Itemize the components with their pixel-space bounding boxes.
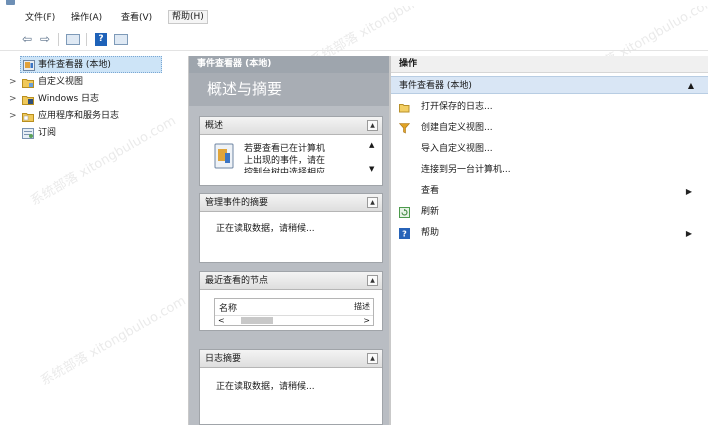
- forward-arrow-icon[interactable]: ⇨: [38, 32, 52, 47]
- tree-item-app-service-logs[interactable]: > 应用程序和服务日志: [8, 108, 178, 125]
- tree-item-label: 自定义视图: [38, 77, 84, 87]
- toolbar-separator: [58, 33, 59, 46]
- action-label: 查看: [421, 186, 440, 196]
- overview-section: 概述 ▲ 若要查看已在计算机 上出现的事件，请在 控制台树中选择相应 ▲ ▼: [199, 116, 383, 186]
- horizontal-scrollbar[interactable]: < >: [215, 315, 373, 325]
- center-pane-header: 事件查看器 (本地): [189, 56, 389, 73]
- scrollbar-thumb[interactable]: [241, 317, 273, 324]
- chevron-right-icon[interactable]: >: [9, 91, 19, 108]
- tree-item-custom-views[interactable]: > 自定义视图: [8, 74, 178, 91]
- folder-icon: [22, 79, 34, 88]
- center-pane: 事件查看器 (本地) 概述与摘要 概述 ▲ 若要查看已在计算机 上出现的事件，请…: [189, 56, 389, 425]
- action-refresh[interactable]: 刷新: [391, 202, 708, 223]
- actions-group-header[interactable]: 事件查看器 (本地) ▲: [391, 76, 708, 94]
- recent-nodes-section: 最近查看的节点 ▲ 名称 描述 < >: [199, 271, 383, 331]
- section-title: 日志摘要: [205, 354, 242, 364]
- actions-pane: 操作 事件查看器 (本地) ▲ 打开保存的日志... 创建自定义视图... 导入…: [391, 56, 708, 425]
- action-view[interactable]: 查看 ▶: [391, 181, 708, 202]
- tree-item-subscriptions[interactable]: 订阅: [8, 125, 178, 142]
- title-bar: [0, 0, 708, 6]
- menu-help[interactable]: 帮助(H): [168, 10, 208, 24]
- overview-scrollbar[interactable]: ▲ ▼: [369, 141, 378, 175]
- menu-file[interactable]: 文件(F): [22, 11, 58, 25]
- action-create-custom-view[interactable]: 创建自定义视图...: [391, 118, 708, 139]
- menu-action[interactable]: 操作(A): [68, 11, 105, 25]
- action-import-custom-view[interactable]: 导入自定义视图...: [391, 139, 708, 160]
- svg-text:?: ?: [402, 230, 407, 239]
- admin-events-section: 管理事件的摘要 ▲ 正在读取数据，请稍候...: [199, 193, 383, 263]
- filter-icon: [399, 123, 410, 134]
- submenu-arrow-icon: ▶: [685, 229, 692, 238]
- section-title: 管理事件的摘要: [205, 198, 269, 208]
- scroll-up-icon[interactable]: ▲: [369, 141, 374, 149]
- overview-section-header[interactable]: 概述 ▲: [200, 117, 382, 135]
- help-icon[interactable]: ?: [95, 33, 107, 46]
- recent-nodes-table[interactable]: 名称 描述 < >: [214, 298, 374, 326]
- toolbar-separator: [86, 33, 87, 46]
- tree-item-windows-logs[interactable]: > Windows 日志: [8, 91, 178, 108]
- app-icon: [6, 0, 15, 5]
- console-tree-icon[interactable]: [66, 34, 80, 45]
- action-label: 创建自定义视图...: [421, 123, 493, 133]
- loading-status-text: 正在读取数据，请稍候...: [216, 382, 315, 392]
- chevron-right-icon[interactable]: >: [9, 74, 19, 91]
- overview-banner-title: 概述与摘要: [189, 73, 389, 106]
- folder-icon: [22, 113, 34, 122]
- event-log-icon: [214, 143, 234, 169]
- refresh-icon: [399, 207, 410, 218]
- tree-root-label: 事件查看器 (本地): [38, 60, 111, 70]
- column-header-name[interactable]: 名称: [219, 301, 237, 314]
- column-header-description[interactable]: 描述: [354, 301, 370, 312]
- menu-bar: 文件(F) 操作(A) 查看(V) 帮助(H): [0, 8, 708, 27]
- actions-pane-header: 操作: [391, 56, 708, 73]
- action-pane-icon[interactable]: [114, 34, 128, 45]
- collapse-up-icon[interactable]: ▲: [688, 77, 694, 95]
- overview-text-line: 控制台树中选择相应: [244, 168, 326, 173]
- section-title: 最近查看的节点: [205, 276, 269, 286]
- console-tree: 事件查看器 (本地) > 自定义视图 > Windows 日志 > 应用程序和服…: [8, 56, 186, 425]
- action-help[interactable]: ? 帮助 ▶: [391, 223, 708, 244]
- menu-view[interactable]: 查看(V): [118, 11, 155, 25]
- help-icon: ?: [399, 228, 410, 239]
- log-summary-section: 日志摘要 ▲ 正在读取数据，请稍候...: [199, 349, 383, 425]
- action-label: 打开保存的日志...: [421, 102, 493, 112]
- scroll-down-icon[interactable]: ▼: [369, 165, 374, 173]
- event-viewer-icon: [23, 60, 35, 71]
- recent-nodes-section-header[interactable]: 最近查看的节点 ▲: [200, 272, 382, 290]
- action-connect-computer[interactable]: 连接到另一台计算机...: [391, 160, 708, 181]
- action-label: 导入自定义视图...: [421, 144, 493, 154]
- actions-group-label: 事件查看器 (本地): [399, 81, 472, 91]
- section-title: 概述: [205, 121, 224, 131]
- collapse-icon[interactable]: ▲: [367, 120, 378, 131]
- tree-item-label: 订阅: [38, 128, 57, 138]
- windows-logs-icon: [22, 96, 34, 105]
- action-open-saved-log[interactable]: 打开保存的日志...: [391, 97, 708, 118]
- scroll-left-icon[interactable]: <: [218, 316, 225, 325]
- action-label: 刷新: [421, 207, 440, 217]
- collapse-icon[interactable]: ▲: [367, 197, 378, 208]
- scroll-right-icon[interactable]: >: [363, 316, 370, 325]
- back-arrow-icon[interactable]: ⇦: [20, 32, 34, 47]
- submenu-arrow-icon: ▶: [685, 187, 692, 196]
- chevron-right-icon[interactable]: >: [9, 108, 19, 125]
- tree-item-label: Windows 日志: [38, 94, 100, 104]
- loading-status-text: 正在读取数据，请稍候...: [216, 224, 315, 234]
- folder-open-icon: [399, 104, 410, 113]
- collapse-icon[interactable]: ▲: [367, 353, 378, 364]
- tree-item-root[interactable]: 事件查看器 (本地): [20, 56, 162, 73]
- action-label: 帮助: [421, 228, 440, 238]
- action-label: 连接到另一台计算机...: [421, 165, 511, 175]
- log-summary-section-header[interactable]: 日志摘要 ▲: [200, 350, 382, 368]
- tree-item-label: 应用程序和服务日志: [38, 111, 120, 121]
- subscription-icon: [22, 128, 34, 139]
- admin-events-section-header[interactable]: 管理事件的摘要 ▲: [200, 194, 382, 212]
- toolbar: ⇦ ⇨ ?: [0, 29, 708, 51]
- collapse-icon[interactable]: ▲: [367, 275, 378, 286]
